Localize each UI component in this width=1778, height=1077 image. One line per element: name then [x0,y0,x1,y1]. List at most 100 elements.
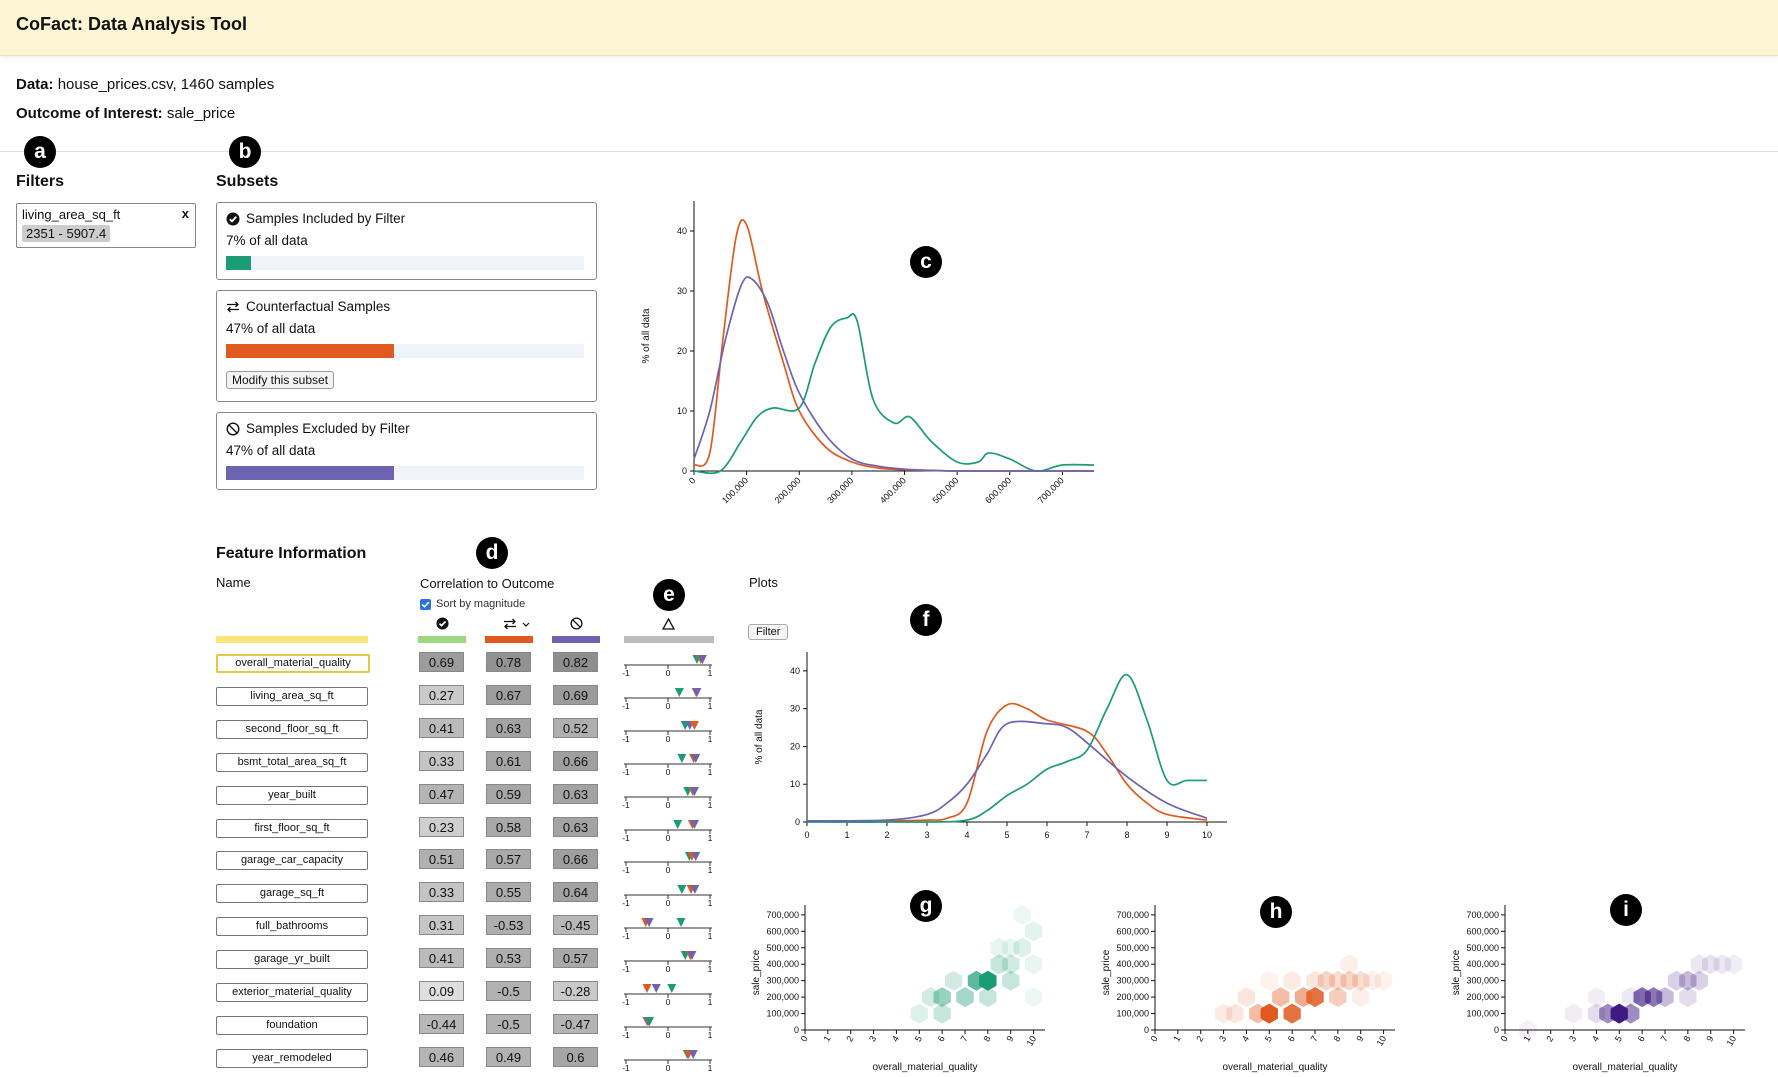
subset-excluded-card[interactable]: Samples Excluded by Filter 47% of all da… [216,412,597,490]
subset-counterfactual-card[interactable]: Counterfactual Samples 47% of all data M… [216,290,597,402]
hexbin-cell [1272,987,1290,1008]
delta-tick-label: -1 [622,898,630,908]
y-tick-label: 0 [795,817,800,827]
delta-marker [676,918,686,928]
sort-checkbox[interactable] [420,598,431,610]
feature-button-overall_material_quality[interactable]: overall_material_quality [216,654,370,673]
feature-button-living_area_sq_ft[interactable]: living_area_sq_ft [216,686,368,706]
y-axis-label: sale_price [1101,949,1112,995]
correlation-delta-track: -1 0 1 [622,885,713,908]
x-tick-label: 8 [981,1034,992,1043]
hexbin-cell [1013,904,1031,925]
delta-marker [674,687,684,697]
subset-excluded-bar [226,466,584,480]
feature-button-first_floor_sq_ft[interactable]: first_floor_sq_ft [216,818,368,838]
delta-tick-label: 1 [708,800,713,810]
correlation-cf-value: 0.61 [486,750,531,771]
ban-icon[interactable] [570,617,583,630]
plots-filter-button[interactable]: Filter [748,624,789,640]
subset-included-card[interactable]: Samples Included by Filter 7% of all dat… [216,202,597,280]
x-axis-label: overall_material_quality [872,1062,977,1073]
feature-button-second_floor_sq_ft[interactable]: second_floor_sq_ft [216,719,368,739]
correlation-cf-value: -0.5 [486,981,531,1001]
x-tick-label: 7 [1309,1034,1320,1043]
y-tick-label: 300,000 [1466,976,1499,986]
check-circle-icon [226,212,240,225]
x-tick-label: 1 [821,1034,832,1043]
feature-button-garage_sq_ft[interactable]: garage_sq_ft [216,884,368,904]
subset-included-pct: 7% of all data [226,233,308,248]
feature-button-year_remodeled[interactable]: year_remodeled [216,1048,368,1068]
correlation-delta-track: -1 0 1 [622,720,713,744]
delta-marker [677,753,687,763]
y-axis-label: sale_price [1451,949,1462,995]
x-tick-label: 200,000 [773,475,803,505]
remove-filter-button[interactable]: x [182,206,189,221]
delta-tick-label: -1 [622,833,630,843]
outcome-info: Outcome of Interest: sale_price [16,105,235,122]
filter-range[interactable]: 2351 - 5907.4 [22,225,111,242]
filter-chip[interactable]: living_area_sq_ft x 2351 - 5907.4 [16,203,196,248]
x-tick-label: 1 [844,830,849,840]
y-tick-label: 700,000 [766,910,799,920]
feature-button-year_built[interactable]: year_built [216,785,368,805]
subsets-title: Subsets [216,173,279,190]
feature-button-exterior_material_quality[interactable]: exterior_material_quality [216,983,368,1002]
delta-tick-label: -1 [622,964,630,974]
correlation-inc-value: 0.41 [419,717,464,738]
delta-tick-label: -1 [622,931,630,941]
y-tick-label: 200,000 [766,992,799,1002]
x-tick-label: 3 [867,1034,878,1043]
badge-e: e [653,579,685,611]
x-axis-label: overall_material_quality [1572,1062,1677,1073]
correlation-cf-value: 0.53 [486,948,531,969]
delta-marker [651,984,661,993]
hexbin-cell [1024,921,1043,942]
hexbin-cell [1260,970,1278,991]
sort-by-magnitude-control[interactable]: Sort by magnitude [420,598,525,610]
modify-subset-button[interactable]: Modify this subset [226,371,335,389]
correlation-cf-value: 0.55 [486,882,531,903]
correlation-inc-value: 0.41 [419,948,464,969]
correlation-exc-value: 0.69 [553,684,598,705]
y-tick-label: 0 [682,466,687,476]
correlation-inc-value: 0.69 [419,652,464,672]
counterfactual-hexbin-chart: 0 100,000 200,000 300,000 400,000 500,000 600,… [1101,905,1395,1073]
check-circle-icon[interactable] [436,617,449,630]
delta-tick-label: -1 [622,767,630,777]
delta-tick-label: 1 [708,701,713,711]
correlation-cf-value: 0.78 [486,652,531,672]
x-tick-label: 2 [844,1034,855,1043]
feature-button-full_bathrooms[interactable]: full_bathrooms [216,917,368,937]
plots-column-header: Plots [749,575,778,590]
swap-arrows-icon[interactable] [503,618,531,630]
x-tick-label: 4 [1590,1034,1601,1043]
feature-button-garage_car_capacity[interactable]: garage_car_capacity [216,851,368,871]
x-tick-label: 5 [1263,1034,1274,1043]
delta-tick-label: -1 [622,1030,630,1040]
included-color-strip [418,636,466,643]
delta-tick-label: 0 [666,865,671,875]
y-axis-label: % of all data [641,308,652,363]
correlation-exc-value: 0.64 [553,882,598,903]
hexbin-cell [944,970,963,991]
y-tick-label: 600,000 [1466,926,1499,936]
delta-marker [677,885,687,895]
delta-tick-label: 0 [666,931,671,941]
y-tick-label: 700,000 [1116,910,1149,920]
y-tick-label: 0 [1494,1025,1499,1035]
delta-icon[interactable] [662,618,675,630]
x-tick-label: 5 [1613,1034,1624,1043]
correlation-inc-value: 0.09 [419,981,464,1001]
correlation-inc-value: 0.47 [419,783,464,804]
feature-button-foundation[interactable]: foundation [216,1015,368,1035]
feature-button-bsmt_total_area_sq_ft[interactable]: bsmt_total_area_sq_ft [216,752,368,772]
hexbin-cell [1024,987,1043,1008]
x-tick-label: 4 [964,830,969,840]
correlation-inc-value: 0.51 [419,849,464,870]
delta-tick-label: 1 [708,865,713,875]
subset-excluded-pct: 47% of all data [226,443,316,458]
feature-button-garage_yr_built[interactable]: garage_yr_built [216,950,368,970]
y-tick-label: 500,000 [766,943,799,953]
hexbin-cell [1374,970,1393,991]
